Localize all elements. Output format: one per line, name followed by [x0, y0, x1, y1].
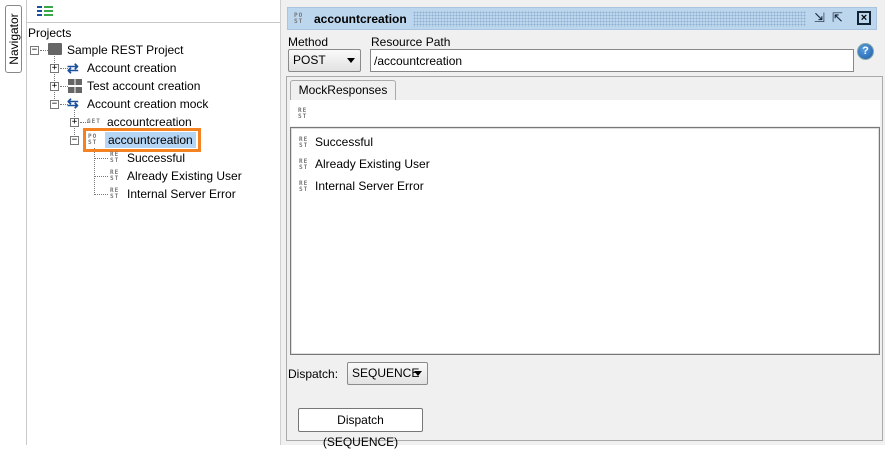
- folder-icon: [48, 43, 62, 55]
- response-name: Internal Server Error: [315, 179, 424, 193]
- tree-item-test[interactable]: + Test account creation: [50, 77, 280, 95]
- tree-item-project[interactable]: − Sample REST Project: [30, 41, 280, 59]
- tree-label: Test account creation: [87, 79, 201, 93]
- tab-label: MockResponses: [298, 83, 388, 97]
- expand-icon[interactable]: +: [50, 82, 59, 91]
- expand-icon[interactable]: +: [70, 118, 79, 127]
- minimize-icon[interactable]: ⇲: [814, 10, 825, 26]
- mock-service-icon: ⇆: [67, 95, 79, 111]
- rest-response-icon: RE ST: [299, 180, 309, 193]
- editor-title: accountcreation: [314, 12, 407, 26]
- tree-label: Account creation: [87, 61, 177, 75]
- rest-service-icon: ⇄: [67, 60, 79, 76]
- editor-header: PO ST accountcreation ⇲ ⇱ ×: [287, 7, 877, 30]
- list-item[interactable]: RE ST Already Existing User: [297, 155, 867, 175]
- list-item[interactable]: RE ST Successful: [297, 133, 867, 153]
- method-value: POST: [293, 53, 326, 67]
- navigator-tab-label: Navigator: [7, 13, 21, 65]
- new-response-icon[interactable]: RE ST: [298, 108, 310, 120]
- rest-response-icon: RE ST: [110, 151, 120, 164]
- left-strip: Navigator: [0, 0, 27, 445]
- collapse-icon[interactable]: −: [30, 46, 39, 55]
- rest-response-icon: RE ST: [110, 187, 120, 200]
- dispatch-label: Dispatch:: [288, 367, 339, 381]
- dispatch-select[interactable]: SEQUENCE: [347, 362, 428, 385]
- get-method-icon: GET: [87, 118, 101, 125]
- test-suite-icon: [68, 79, 82, 93]
- rest-response-icon: RE ST: [299, 136, 309, 149]
- list-item[interactable]: RE ST Internal Server Error: [297, 177, 867, 197]
- tree-root: Projects: [28, 26, 72, 40]
- dispatch-button[interactable]: Dispatch (SEQUENCE): [298, 408, 423, 449]
- divider: [27, 22, 280, 23]
- responses-toolbar: RE ST: [290, 100, 880, 126]
- chevron-down-icon: [347, 58, 355, 63]
- close-icon[interactable]: ×: [857, 11, 871, 25]
- rest-response-icon: RE ST: [110, 169, 120, 182]
- post-method-icon: PO ST: [294, 12, 304, 25]
- help-icon[interactable]: ?: [857, 43, 874, 60]
- expand-icon[interactable]: +: [50, 64, 59, 73]
- dispatch-value: SEQUENCE: [352, 366, 420, 380]
- method-label: Method: [288, 35, 329, 49]
- collapse-icon[interactable]: −: [50, 100, 59, 109]
- responses-list: RE ST Successful RE ST Already Existing User…: [290, 127, 880, 355]
- tree-item-mock[interactable]: − ⇆ Account creation mock: [50, 95, 280, 113]
- method-select[interactable]: POST: [288, 49, 361, 72]
- tree-label: Successful: [127, 151, 186, 165]
- tree-label: accountcreation: [105, 132, 196, 148]
- resource-path-label: Resource Path: [371, 35, 451, 49]
- rest-response-icon: RE ST: [299, 158, 309, 171]
- tree-label: Already Existing User: [127, 169, 242, 183]
- tree-item-post-action[interactable]: − PO ST accountcreation: [70, 128, 280, 152]
- response-name: Successful: [315, 135, 374, 149]
- tab-mockresponses[interactable]: MockResponses: [290, 80, 396, 100]
- response-name: Already Existing User: [315, 157, 430, 171]
- dispatch-button-label: Dispatch (SEQUENCE): [322, 413, 399, 449]
- tree-label: Account creation mock: [87, 97, 209, 111]
- maximize-icon[interactable]: ⇱: [832, 10, 843, 26]
- resource-path-input[interactable]: [370, 49, 854, 72]
- post-method-icon: PO ST: [88, 133, 98, 146]
- collapse-icon[interactable]: −: [70, 136, 79, 145]
- chevron-down-icon: [414, 371, 422, 376]
- tree-label: Sample REST Project: [67, 43, 184, 57]
- tree-label: Internal Server Error: [127, 187, 236, 201]
- navigator-tab[interactable]: Navigator: [5, 5, 22, 73]
- tree-item-account-creation[interactable]: + ⇄ Account creation: [50, 59, 280, 77]
- tree-view-icon[interactable]: [37, 6, 53, 16]
